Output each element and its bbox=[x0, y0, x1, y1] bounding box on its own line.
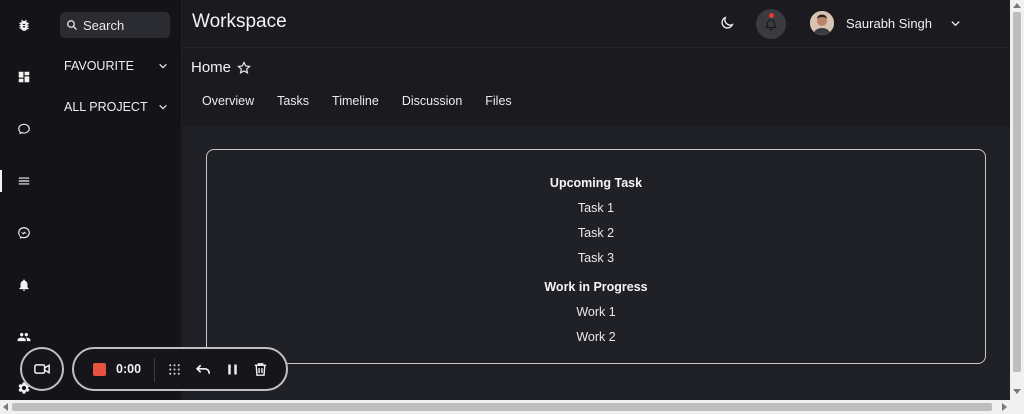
page-title-row: Home bbox=[191, 59, 251, 76]
page-title: Home bbox=[191, 59, 232, 76]
moon-icon bbox=[721, 16, 734, 29]
sidebar-section-label: ALL PROJECT bbox=[64, 100, 148, 114]
overview-content: Upcoming Task Task 1 Task 2 Task 3 Work … bbox=[183, 126, 1010, 400]
rail-messenger[interactable] bbox=[0, 218, 48, 248]
tab-discussion[interactable]: Discussion bbox=[402, 94, 462, 108]
people-icon bbox=[17, 332, 31, 342]
messenger-icon bbox=[18, 227, 30, 239]
drag-dots-icon bbox=[169, 364, 180, 375]
scroll-down-arrow-icon[interactable] bbox=[1013, 389, 1021, 394]
chevron-down-icon bbox=[159, 63, 167, 69]
list-item: Task 2 bbox=[577, 226, 615, 240]
recording-toolbar: 0:00 bbox=[72, 347, 288, 391]
tab-overview[interactable]: Overview bbox=[202, 94, 254, 108]
undo-icon bbox=[195, 364, 211, 374]
page-header: Home Overview Tasks Timeline Discussion … bbox=[183, 49, 1010, 125]
top-header: Workspace Saurabh Singh bbox=[183, 0, 1010, 48]
scrollbar-thumb[interactable] bbox=[12, 403, 992, 411]
notification-dot bbox=[769, 13, 774, 18]
work-in-progress-heading: Work in Progress bbox=[544, 280, 648, 294]
main-area: Workspace Saurabh Singh Home Overview Ta… bbox=[183, 0, 1010, 400]
scroll-right-arrow-icon[interactable] bbox=[1002, 403, 1007, 411]
rail-menu[interactable] bbox=[0, 166, 48, 196]
search-box[interactable]: Search bbox=[60, 12, 170, 38]
menu-icon bbox=[18, 177, 30, 185]
theme-toggle-button[interactable] bbox=[719, 15, 735, 31]
tab-tasks[interactable]: Tasks bbox=[277, 94, 309, 108]
rail-notifications[interactable] bbox=[0, 270, 48, 300]
pause-icon bbox=[228, 364, 237, 375]
list-item: Task 1 bbox=[577, 201, 615, 215]
rail-chat[interactable] bbox=[0, 114, 48, 144]
user-name: Saurabh Singh bbox=[846, 15, 933, 31]
scrollbar-thumb[interactable] bbox=[1013, 12, 1021, 372]
stop-recording-button[interactable] bbox=[93, 363, 106, 376]
chevron-down-icon bbox=[159, 104, 167, 110]
camera-toggle-button[interactable] bbox=[20, 347, 64, 391]
project-sidebar: Search FAVOURITE ALL PROJECT bbox=[48, 0, 182, 400]
user-menu[interactable]: Saurabh Singh bbox=[810, 11, 961, 35]
list-item: Task 3 bbox=[577, 251, 615, 265]
tab-files[interactable]: Files bbox=[485, 94, 511, 108]
workspace-title: Workspace bbox=[192, 11, 287, 32]
rail-dashboard[interactable] bbox=[0, 62, 48, 92]
overview-card: Upcoming Task Task 1 Task 2 Task 3 Work … bbox=[206, 149, 986, 364]
toolbar-divider bbox=[154, 358, 155, 382]
list-item: Work 2 bbox=[576, 330, 616, 344]
tab-timeline[interactable]: Timeline bbox=[332, 94, 379, 108]
undo-button[interactable] bbox=[195, 361, 212, 378]
bell-icon bbox=[764, 19, 778, 31]
sidebar-section-favourite[interactable]: FAVOURITE bbox=[64, 59, 168, 73]
dashboard-icon bbox=[18, 71, 30, 83]
notifications-button[interactable] bbox=[756, 9, 786, 39]
search-icon bbox=[67, 20, 77, 30]
sidebar-section-all-project[interactable]: ALL PROJECT bbox=[64, 100, 168, 114]
trash-icon bbox=[254, 363, 267, 376]
bell-icon bbox=[19, 279, 29, 291]
horizontal-scrollbar[interactable] bbox=[0, 400, 1024, 414]
search-placeholder: Search bbox=[83, 17, 125, 33]
upcoming-task-heading: Upcoming Task bbox=[549, 176, 643, 190]
avatar bbox=[810, 11, 834, 35]
list-item: Work 1 bbox=[576, 305, 616, 319]
star-icon[interactable] bbox=[237, 60, 251, 75]
scroll-up-arrow-icon[interactable] bbox=[1013, 3, 1021, 8]
chevron-down-icon bbox=[951, 20, 960, 26]
icon-rail bbox=[0, 0, 48, 400]
chat-bubble-icon bbox=[18, 123, 30, 135]
drag-handle[interactable] bbox=[166, 361, 183, 378]
app-window: Search FAVOURITE ALL PROJECT Workspace S… bbox=[0, 0, 1010, 400]
page-tabs: Overview Tasks Timeline Discussion Files bbox=[202, 94, 535, 108]
pause-button[interactable] bbox=[224, 361, 241, 378]
sidebar-section-label: FAVOURITE bbox=[64, 59, 134, 73]
vertical-scrollbar[interactable] bbox=[1010, 0, 1024, 400]
recording-timer: 0:00 bbox=[116, 362, 142, 376]
delete-recording-button[interactable] bbox=[252, 361, 269, 378]
scroll-left-arrow-icon[interactable] bbox=[3, 403, 8, 411]
bug-icon bbox=[19, 19, 29, 31]
rail-bug[interactable] bbox=[0, 10, 48, 40]
video-camera-icon bbox=[34, 363, 50, 375]
